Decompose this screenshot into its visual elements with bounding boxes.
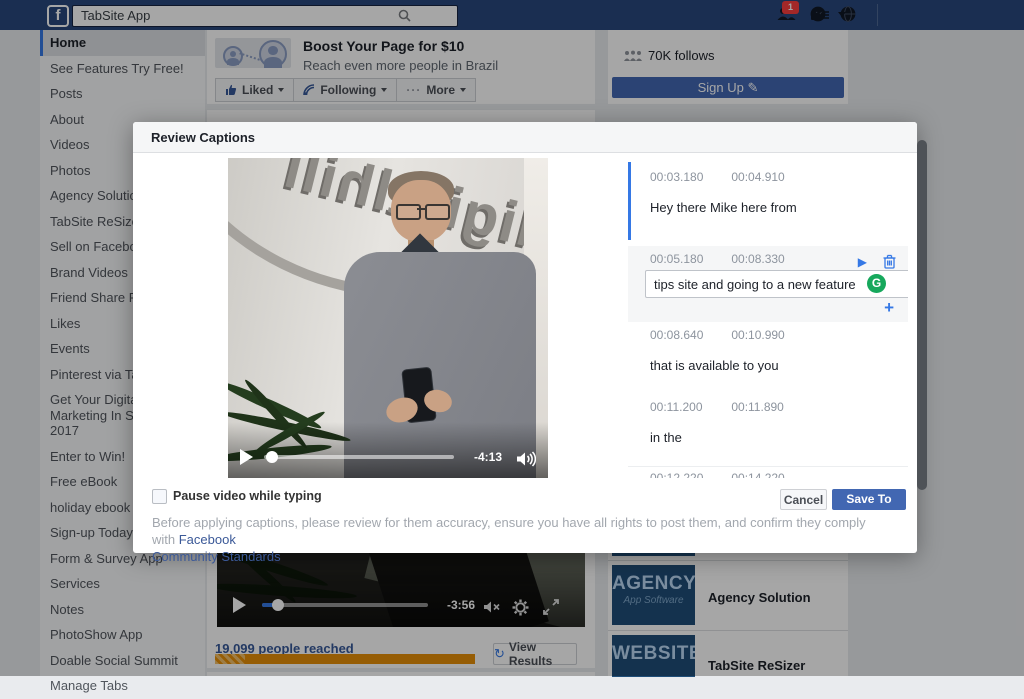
- caption-times: 00:08.640 00:10.990: [650, 328, 908, 342]
- caption-times: 00:11.200 00:11.890: [650, 400, 908, 414]
- caption-text: that is available to you: [650, 358, 779, 373]
- caption-end-time: 00:08.330: [731, 252, 785, 266]
- delete-caption-icon[interactable]: [883, 254, 896, 269]
- facebook-link[interactable]: Facebook: [179, 532, 236, 547]
- sidebar-item-manage-tabs[interactable]: Manage Tabs: [40, 673, 205, 699]
- caption-row-3[interactable]: 00:08.640 00:10.990 that is available to…: [628, 328, 908, 398]
- volume-icon[interactable]: [516, 451, 536, 467]
- video-progress-track[interactable]: [264, 455, 454, 459]
- caption-text: Hey there Mike here from: [650, 200, 797, 215]
- add-caption-icon[interactable]: +: [884, 298, 894, 318]
- review-captions-dialog: Review Captions digitalhill -4:13: [133, 122, 917, 564]
- caption-end-time: 00:10.990: [731, 328, 785, 342]
- caption-start-time: 00:05.180: [650, 252, 704, 266]
- save-to-video-button[interactable]: Save To Video: [832, 489, 906, 527]
- play-icon[interactable]: [240, 449, 253, 465]
- caption-row-4[interactable]: 00:11.200 00:11.890 in the: [628, 400, 908, 464]
- dialog-header: Review Captions: [133, 122, 917, 153]
- caption-text: in the: [650, 430, 682, 445]
- grammarly-icon[interactable]: G: [867, 274, 886, 293]
- caption-video-player[interactable]: digitalhill -4:13: [228, 158, 548, 478]
- glasses-lens: [425, 204, 450, 220]
- captions-scrollbar[interactable]: [917, 140, 927, 490]
- glasses-lens: [396, 204, 421, 220]
- caption-row-2[interactable]: 00:05.180 00:08.330 ▶ G +: [628, 246, 908, 322]
- captions-list: 00:03.180 00:04.910 Hey there Mike here …: [628, 158, 908, 478]
- caption-row-1[interactable]: 00:03.180 00:04.910 Hey there Mike here …: [628, 162, 908, 240]
- video-progress-handle[interactable]: [266, 451, 278, 463]
- caption-start-time: 00:03.180: [650, 170, 704, 184]
- caption-times: 00:12.220 00:14.220: [650, 471, 908, 478]
- play-caption-icon[interactable]: ▶: [858, 255, 867, 269]
- captions-disclaimer: Before applying captions, please review …: [152, 514, 876, 565]
- dialog-title: Review Captions: [151, 130, 256, 145]
- cancel-button[interactable]: Cancel: [780, 489, 827, 510]
- caption-start-time: 00:12.220: [650, 471, 704, 478]
- caption-start-time: 00:08.640: [650, 328, 704, 342]
- caption-start-time: 00:11.200: [650, 400, 703, 414]
- caption-end-time: 00:11.890: [731, 400, 784, 414]
- glasses-bridge: [417, 208, 425, 210]
- caption-row-5[interactable]: 00:12.220 00:14.220: [628, 466, 908, 478]
- video-time-remaining: -4:13: [473, 450, 502, 464]
- pause-video-label: Pause video while typing: [173, 489, 322, 503]
- caption-end-time: 00:14.220: [731, 471, 785, 478]
- community-standards-link[interactable]: Community Standards: [152, 549, 281, 564]
- caption-end-time: 00:04.910: [731, 170, 785, 184]
- caption-times: 00:03.180 00:04.910: [650, 170, 908, 184]
- disclaimer-text: Before applying captions, please review …: [152, 515, 866, 547]
- pause-video-checkbox[interactable]: [152, 489, 167, 504]
